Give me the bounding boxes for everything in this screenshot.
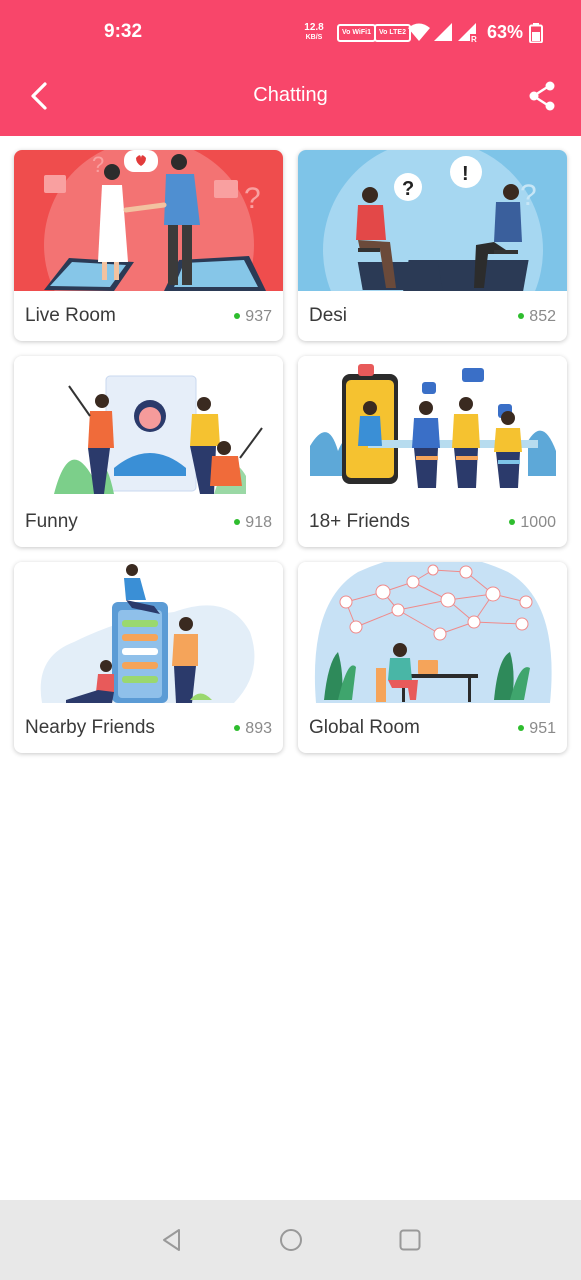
meeting-table-illustration [298,356,567,497]
global-network-illustration [298,562,567,703]
online-count-value: 1000 [520,514,556,531]
online-dot-icon [234,313,241,319]
battery-percent: 63% [487,22,524,42]
wifi-icon [408,23,430,41]
room-card-live-room[interactable]: ? ? Live Room 937 [14,150,283,341]
online-count: 893 [234,720,272,738]
handshake-illustration: ? ? [14,150,283,291]
online-count-value: 937 [245,308,272,325]
header: 9:32 12.8 KB/S Vo WiFi1 Vo LTE2 R 63% Ch… [0,0,581,136]
nav-back-button[interactable] [160,1228,184,1252]
online-dot-icon [509,519,516,525]
volte-wifi-badge: Vo WiFi1 [337,24,376,42]
nav-home-button[interactable] [279,1228,303,1252]
svg-text:?: ? [92,152,104,177]
room-card-nearby-friends[interactable]: Nearby Friends 893 [14,562,283,753]
network-speed-unit: KB/S [305,34,323,41]
room-name: Global Room [309,717,420,738]
svg-text:?: ? [520,179,537,212]
network-speed: 12.8 KB/S [302,23,326,43]
room-name: Desi [309,305,348,326]
online-count-value: 951 [529,720,556,737]
volte-lte-badge: Vo LTE2 [374,24,411,42]
online-dot-icon [518,725,525,731]
room-card-global-room[interactable]: Global Room 951 [298,562,567,753]
online-count: 918 [234,514,272,532]
app-bar: Chatting [0,68,581,136]
status-bar: 9:32 12.8 KB/S Vo WiFi1 Vo LTE2 R 63% [0,0,581,68]
square-recents-icon [399,1229,421,1251]
room-name: Funny [25,511,78,532]
status-time: 9:32 [104,21,143,42]
circle-home-icon [280,1229,302,1251]
system-nav-bar [0,1200,581,1280]
page-title: Chatting [253,84,328,106]
phone-messages-illustration [14,562,283,703]
room-grid: ? ? Live Room 937 ? ! ? Desi 852 Funny 9… [14,150,568,753]
room-card-18-plus-friends[interactable]: 18+ Friends 1000 [298,356,567,547]
online-count: 1000 [509,514,556,532]
online-count-value: 918 [245,514,272,531]
nav-recents-button[interactable] [398,1228,422,1252]
online-count: 951 [518,720,556,738]
svg-text:?: ? [244,182,261,215]
room-name: Live Room [25,305,116,326]
battery-icon [529,23,543,43]
online-count-value: 893 [245,720,272,737]
conversation-illustration: ? ! ? [298,150,567,291]
cell-signal-icon [434,23,452,41]
online-dot-icon [234,519,241,525]
share-button[interactable] [524,78,560,114]
online-dot-icon [518,313,525,319]
svg-text:R: R [471,35,477,42]
svg-text:?: ? [402,178,414,200]
share-icon [529,81,555,111]
online-dot-icon [234,725,241,731]
svg-text:!: ! [462,163,469,185]
online-count-value: 852 [529,308,556,325]
online-count: 852 [518,308,556,326]
triangle-back-icon [163,1229,180,1251]
selfie-group-illustration [14,356,283,497]
room-name: Nearby Friends [25,717,155,738]
cell-signal-roaming-icon: R [458,23,477,42]
network-speed-value: 12.8 [304,22,324,33]
online-count: 937 [234,308,272,326]
room-card-funny[interactable]: Funny 918 [14,356,283,547]
room-name: 18+ Friends [309,511,410,532]
room-card-desi[interactable]: ? ! ? Desi 852 [298,150,567,341]
